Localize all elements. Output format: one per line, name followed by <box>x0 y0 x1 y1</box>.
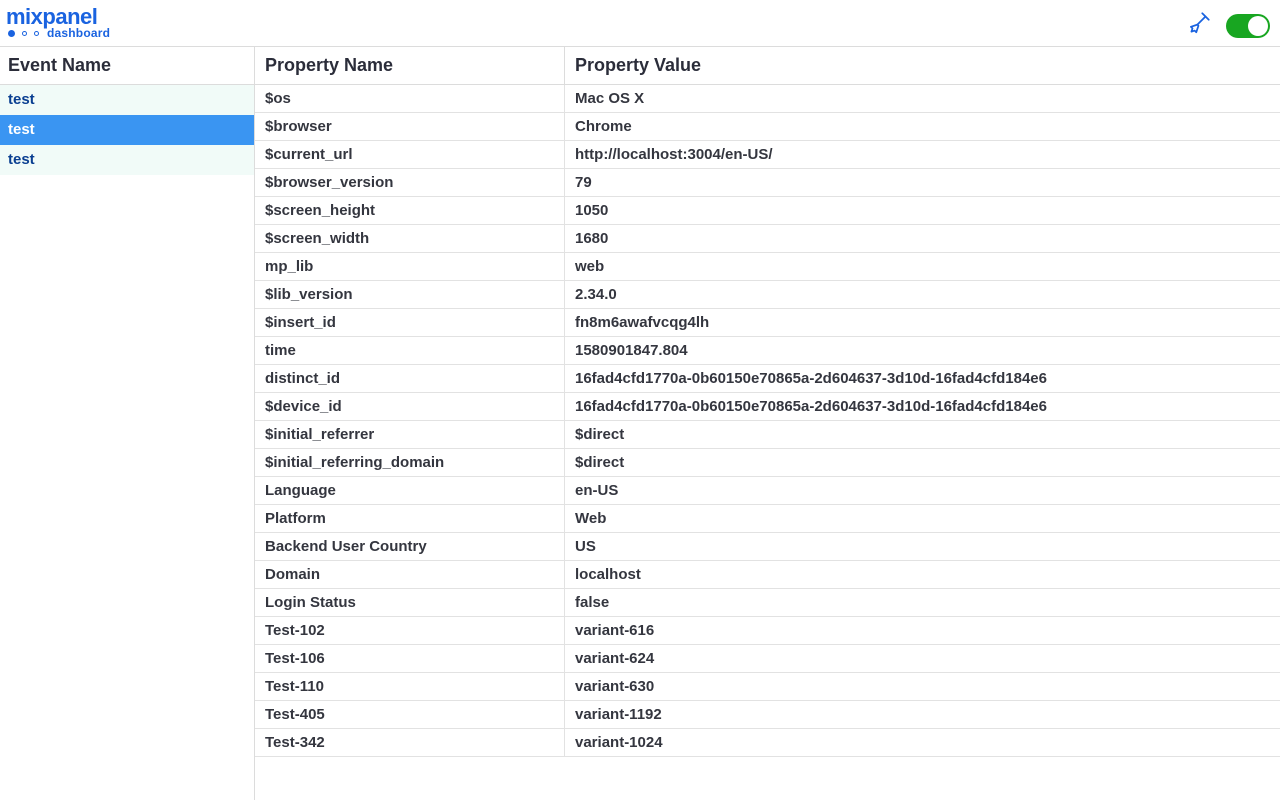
brand-subtext: dashboard <box>47 26 110 40</box>
property-row: $insert_idfn8m6awafvcqg4lh <box>255 309 1280 337</box>
property-row: $screen_width1680 <box>255 225 1280 253</box>
property-value-cell: 16fad4cfd1770a-0b60150e70865a-2d604637-3… <box>565 365 1280 392</box>
property-name-cell: Login Status <box>255 589 565 616</box>
property-row: $osMac OS X <box>255 85 1280 113</box>
property-name-cell: Backend User Country <box>255 533 565 560</box>
property-value-cell: $direct <box>565 421 1280 448</box>
property-row: $current_urlhttp://localhost:3004/en-US/ <box>255 141 1280 169</box>
properties-body: $osMac OS X$browserChrome$current_urlhtt… <box>255 85 1280 757</box>
header-controls <box>1186 4 1270 41</box>
property-name-cell: Test-102 <box>255 617 565 644</box>
property-name-cell: $device_id <box>255 393 565 420</box>
property-row: $device_id16fad4cfd1770a-0b60150e70865a-… <box>255 393 1280 421</box>
event-row[interactable]: test <box>0 85 254 115</box>
property-value-header: Property Value <box>565 47 1280 84</box>
properties-column: Property Name Property Value $osMac OS X… <box>255 47 1280 800</box>
capture-toggle[interactable] <box>1226 14 1270 38</box>
property-value-cell: en-US <box>565 477 1280 504</box>
property-name-cell: $browser <box>255 113 565 140</box>
property-row: mp_libweb <box>255 253 1280 281</box>
property-value-cell: fn8m6awafvcqg4lh <box>565 309 1280 336</box>
property-row: $initial_referrer$direct <box>255 421 1280 449</box>
property-name-cell: mp_lib <box>255 253 565 280</box>
brand-dots-icon <box>8 30 39 37</box>
property-name-cell: Test-405 <box>255 701 565 728</box>
property-value-cell: Mac OS X <box>565 85 1280 112</box>
property-name-cell: $screen_width <box>255 225 565 252</box>
event-row[interactable]: test <box>0 145 254 175</box>
property-row: $browserChrome <box>255 113 1280 141</box>
property-row: PlatformWeb <box>255 505 1280 533</box>
property-value-cell: variant-1024 <box>565 729 1280 756</box>
property-name-cell: Domain <box>255 561 565 588</box>
clear-icon[interactable] <box>1186 10 1212 41</box>
events-column: Event Name testtesttest <box>0 47 255 800</box>
property-name-cell: $insert_id <box>255 309 565 336</box>
content-area: Event Name testtesttest Property Name Pr… <box>0 47 1280 800</box>
property-row: distinct_id16fad4cfd1770a-0b60150e70865a… <box>255 365 1280 393</box>
property-value-cell: web <box>565 253 1280 280</box>
property-value-cell: Chrome <box>565 113 1280 140</box>
property-value-cell: 2.34.0 <box>565 281 1280 308</box>
property-value-cell: localhost <box>565 561 1280 588</box>
property-name-header: Property Name <box>255 47 565 84</box>
property-row: $initial_referring_domain$direct <box>255 449 1280 477</box>
property-value-cell: 1050 <box>565 197 1280 224</box>
property-name-cell: $initial_referrer <box>255 421 565 448</box>
property-name-cell: $current_url <box>255 141 565 168</box>
property-value-cell: variant-630 <box>565 673 1280 700</box>
property-value-cell: Web <box>565 505 1280 532</box>
property-name-cell: $screen_height <box>255 197 565 224</box>
property-value-cell: 79 <box>565 169 1280 196</box>
brand-block: mixpanel dashboard <box>6 4 110 40</box>
property-name-cell: $browser_version <box>255 169 565 196</box>
property-name-cell: time <box>255 337 565 364</box>
property-row: Test-342variant-1024 <box>255 729 1280 757</box>
properties-header-row: Property Name Property Value <box>255 47 1280 85</box>
property-row: Languageen-US <box>255 477 1280 505</box>
property-value-cell: $direct <box>565 449 1280 476</box>
header-bar: mixpanel dashboard <box>0 0 1280 47</box>
property-name-cell: Test-110 <box>255 673 565 700</box>
property-row: Test-110variant-630 <box>255 673 1280 701</box>
property-row: Test-102variant-616 <box>255 617 1280 645</box>
property-name-cell: Language <box>255 477 565 504</box>
property-row: Login Statusfalse <box>255 589 1280 617</box>
property-row: Backend User CountryUS <box>255 533 1280 561</box>
property-row: Domainlocalhost <box>255 561 1280 589</box>
property-value-cell: 16fad4cfd1770a-0b60150e70865a-2d604637-3… <box>565 393 1280 420</box>
property-name-cell: Test-342 <box>255 729 565 756</box>
property-value-cell: 1680 <box>565 225 1280 252</box>
property-name-cell: distinct_id <box>255 365 565 392</box>
property-value-cell: variant-616 <box>565 617 1280 644</box>
property-value-cell: 1580901847.804 <box>565 337 1280 364</box>
property-row: Test-405variant-1192 <box>255 701 1280 729</box>
property-row: $lib_version2.34.0 <box>255 281 1280 309</box>
property-value-cell: http://localhost:3004/en-US/ <box>565 141 1280 168</box>
property-row: Test-106variant-624 <box>255 645 1280 673</box>
property-value-cell: variant-624 <box>565 645 1280 672</box>
property-row: $browser_version79 <box>255 169 1280 197</box>
property-name-cell: Test-106 <box>255 645 565 672</box>
property-name-cell: $initial_referring_domain <box>255 449 565 476</box>
property-value-cell: false <box>565 589 1280 616</box>
property-name-cell: $lib_version <box>255 281 565 308</box>
property-row: time1580901847.804 <box>255 337 1280 365</box>
event-row[interactable]: test <box>0 115 254 145</box>
events-column-header: Event Name <box>0 47 254 85</box>
property-row: $screen_height1050 <box>255 197 1280 225</box>
events-list: testtesttest <box>0 85 254 175</box>
property-value-cell: variant-1192 <box>565 701 1280 728</box>
property-name-cell: Platform <box>255 505 565 532</box>
toggle-knob <box>1248 16 1268 36</box>
property-name-cell: $os <box>255 85 565 112</box>
property-value-cell: US <box>565 533 1280 560</box>
